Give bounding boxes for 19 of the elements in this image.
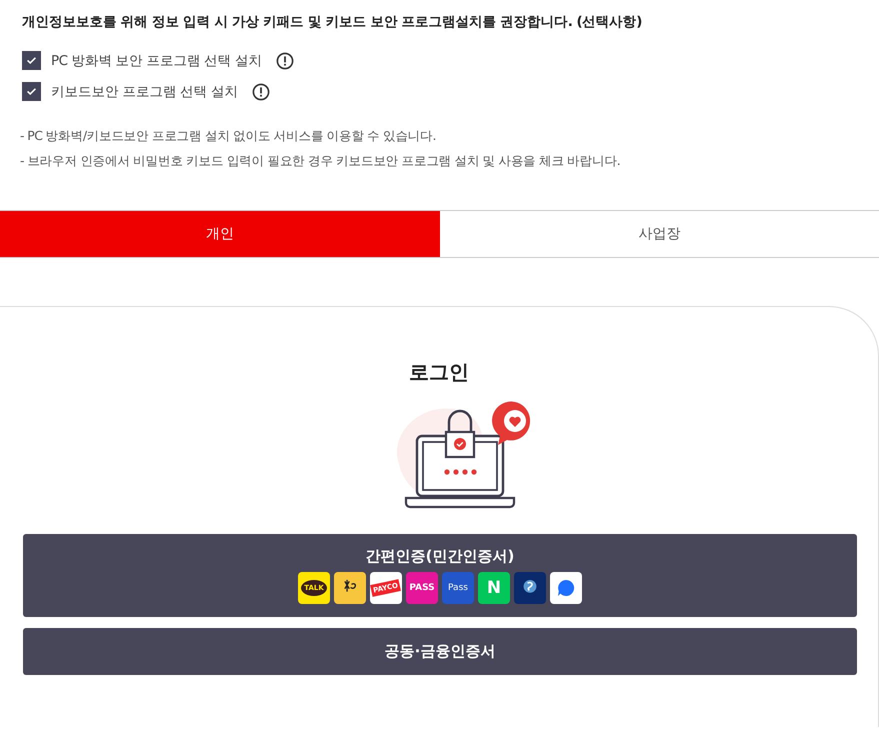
provider-icon[interactable] xyxy=(550,572,582,604)
provider-icon[interactable] xyxy=(334,572,366,604)
option-label: 키보드보안 프로그램 선택 설치 xyxy=(51,82,238,100)
login-title: 로그인 xyxy=(409,359,469,386)
tab[interactable]: 개인 xyxy=(0,211,440,257)
checkmark-icon xyxy=(27,57,36,64)
note-text: - PC 방화벽/키보드보안 프로그램 설치 없이도 서비스를 이용할 수 있습니다. xyxy=(20,128,437,145)
provider-icon[interactable]: PASS xyxy=(406,572,438,604)
info-icon[interactable] xyxy=(276,52,294,70)
option-label: PC 방화벽 보안 프로그램 선택 설치 xyxy=(51,52,262,70)
checkmark-icon xyxy=(27,88,36,95)
notice-text: 개인정보보호를 위해 정보 입력 시 가상 키패드 및 키보드 보안 프로그램설치를 권장합니다. (선택사항) xyxy=(21,13,643,31)
info-icon[interactable] xyxy=(252,82,270,100)
note-text: - 브라우저 인증에서 비밀번호 키보드 입력이 필요한 경우 키보드보안 프로그램 설치 및 사용을 체크 바랍니다. xyxy=(20,153,622,170)
provider-icon[interactable]: Pass xyxy=(442,572,474,604)
auth-button[interactable]: 공동·금융인증서 xyxy=(23,628,857,675)
provider-icon[interactable] xyxy=(514,572,546,604)
checkbox[interactable] xyxy=(22,82,41,101)
checkbox[interactable] xyxy=(22,51,41,70)
